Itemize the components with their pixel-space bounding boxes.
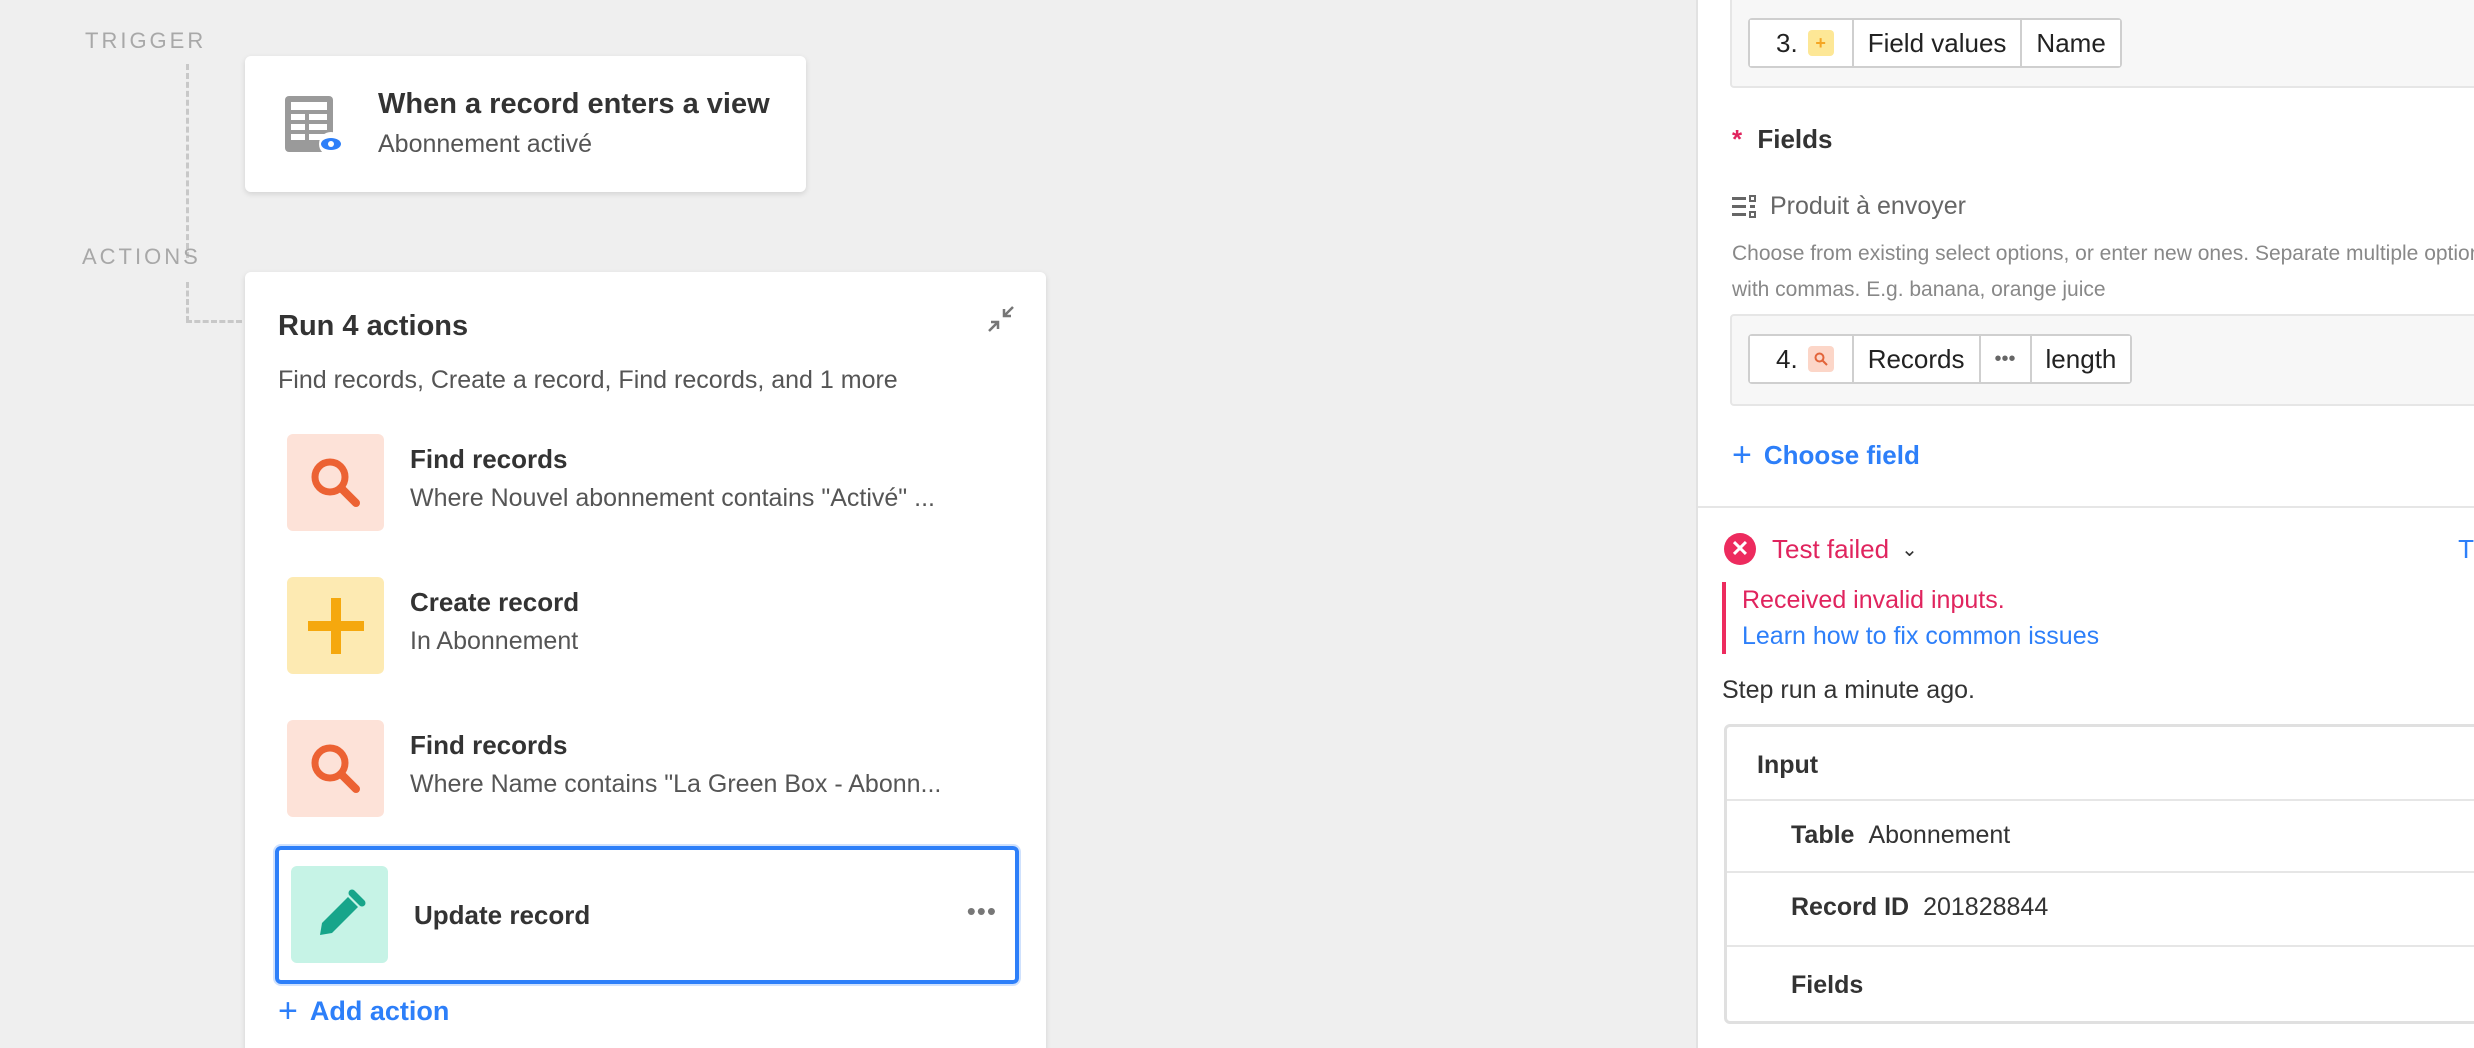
action-subtitle: Where Nouvel abonnement contains "Activé… [410,484,935,512]
step-run-time: Step run a minute ago. [1722,676,1975,704]
multi-select-icon [1732,194,1756,218]
trigger-section-label: TRIGGER [85,28,207,53]
choose-field-button[interactable]: + Choose field [1732,438,1920,472]
token-step: 3. + [1750,20,1854,66]
token-row: 3. + Field values Name [1748,18,2122,68]
create-tile [287,577,384,674]
action-title: Update record [414,900,591,930]
step-number: 4. [1776,343,1798,374]
error-callout: Received invalid inputs. Learn how to fi… [1722,582,2099,654]
token: Records [1853,336,1981,382]
input-value: Abonnement [1868,821,2011,849]
actions-group-title: Run 4 actions [278,310,469,342]
more-options-icon[interactable]: ••• [967,896,997,927]
input-row-content: Fields [1791,971,1877,1000]
token-ellipsis[interactable]: ••• [1980,336,2032,382]
input-row-content: Record ID 201828844 [1791,893,2048,922]
find-tile [287,434,384,531]
plus-icon [307,597,364,654]
search-icon [311,744,360,793]
choose-field-label: Choose field [1763,439,1920,470]
token: Field values [1853,20,2023,66]
step-number: 3. [1776,27,1798,58]
input-summary: Input Table Abonnement Record ID 201828844… [1724,724,2474,1024]
plus-icon: + [1732,436,1752,474]
actions-section-label: ACTIONS [82,244,201,269]
field-name-label: Produit à envoyer [1770,192,1966,220]
test-status-label: Test failed [1772,533,1890,564]
action-item-find-records[interactable]: Find records Where Name contains "La Gre… [275,700,1019,830]
trigger-card[interactable]: When a record enters a view Abonnement a… [245,56,806,192]
input-key: Record ID [1791,893,1910,921]
table-view-icon [285,96,343,156]
connector-line [186,282,189,322]
token-row: 4. Records ••• length [1748,334,2133,384]
test-status-dropdown[interactable]: ✕ Test failed ⌄ [1724,533,1918,565]
required-mark: * [1732,124,1743,154]
action-item-find-records[interactable]: Find records Where Nouvel abonnement con… [275,414,1019,544]
search-icon [311,458,360,507]
actions-group-card: Run 4 actions Find records, Create a rec… [245,272,1046,1048]
fields-heading-label: Fields [1757,124,1833,154]
error-message: Received invalid inputs. [1742,586,2005,614]
pencil-icon [319,889,365,935]
trigger-title: When a record enters a view [378,88,770,120]
action-title: Find records [410,730,568,760]
action-title: Find records [410,444,568,474]
plus-icon: + [1807,30,1834,56]
plus-icon: + [278,992,298,1030]
connector-line [186,64,189,258]
token-step: 4. [1750,336,1854,382]
collapse-icon[interactable] [986,304,1016,334]
fields-heading: * Fields [1732,124,1833,155]
input-row: Record ID 201828844 [1727,871,2474,945]
input-key: Fields [1791,971,1864,999]
search-icon [1807,346,1834,372]
input-row-content: Table Abonnement [1791,821,2010,850]
find-tile [287,720,384,817]
test-step-button[interactable]: T [2458,534,2474,565]
field-help-text: Choose from existing select options, or … [1732,242,2474,301]
action-title: Create record [410,587,580,617]
connector-line [186,320,242,323]
add-action-button[interactable]: + Add action [278,994,449,1028]
automation-canvas: TRIGGER ACTIONS When a record enters a v… [0,0,1696,1048]
help-link[interactable]: Learn how to fix common issues [1742,618,2099,654]
token-input-produit[interactable]: 4. Records ••• length [1730,314,2474,406]
action-item-update-record[interactable]: Update record ••• [275,846,1019,984]
action-subtitle: Where Name contains "La Green Box - Abon… [410,770,942,798]
action-item-create-record[interactable]: Create record In Abonnement [275,557,1019,687]
input-row: Fields [1727,945,2474,1021]
actions-group-subtitle: Find records, Create a record, Find reco… [278,366,898,394]
chevron-down-icon: ⌄ [1901,538,1918,561]
token-input-name[interactable]: 3. + Field values Name [1730,0,2474,88]
input-value: 201828844 [1923,893,2049,921]
step-config-panel: 3. + Field values Name * Fields Produit … [1696,0,2474,1048]
token: length [2031,336,2131,382]
input-heading: Input [1757,751,1819,779]
trigger-subtitle: Abonnement activé [378,130,593,158]
input-key: Table [1791,821,1855,849]
error-circle-icon: ✕ [1724,533,1756,565]
update-tile [291,866,388,963]
input-row: Table Abonnement [1727,799,2474,871]
field-name: Produit à envoyer [1732,192,1966,221]
divider [1698,506,2474,508]
token: Name [2022,20,2120,66]
action-subtitle: In Abonnement [410,627,579,655]
add-action-label: Add action [309,995,450,1026]
